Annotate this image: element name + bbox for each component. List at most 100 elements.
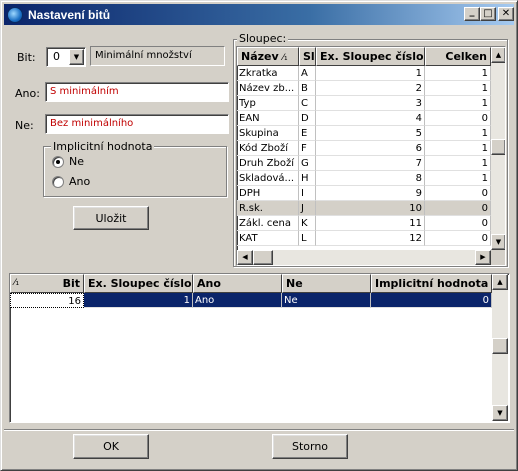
- column-header-nazev[interactable]: Název ⁄₁: [237, 47, 299, 66]
- column-grid-cell[interactable]: 5: [316, 126, 425, 141]
- column-grid-cell[interactable]: Kód Zboží: [237, 141, 299, 156]
- column-grid-cell[interactable]: Název zb...: [237, 81, 299, 96]
- column-grid-cell[interactable]: 8: [316, 171, 425, 186]
- column-grid-cell[interactable]: 1: [425, 81, 491, 96]
- ok-button[interactable]: OK: [73, 434, 149, 459]
- column-grid-cell[interactable]: J: [299, 201, 316, 216]
- bits-header-implicitni[interactable]: Implicitní hodnota: [371, 274, 492, 293]
- bits-grid-cell[interactable]: 16: [10, 293, 84, 308]
- bit-select[interactable]: 0 ▼: [46, 47, 86, 67]
- bits-header-ex-sloupec[interactable]: Ex. Sloupec číslo: [84, 274, 193, 293]
- column-grid-cell[interactable]: 1: [316, 66, 425, 81]
- bits-header-bit[interactable]: ⁄₁ Bit: [10, 274, 84, 293]
- column-group-label: Sloupec:: [237, 32, 289, 45]
- save-button[interactable]: Uložit: [73, 206, 149, 230]
- column-grid[interactable]: Název ⁄₁ Sl Ex. Sloupec číslo Celken Zkr…: [236, 46, 506, 266]
- column-grid-cell[interactable]: 0: [425, 201, 491, 216]
- chevron-down-icon[interactable]: ▼: [69, 49, 84, 65]
- column-grid-cell[interactable]: D: [299, 111, 316, 126]
- column-grid-cell[interactable]: Druh Zboží: [237, 156, 299, 171]
- column-grid-cell[interactable]: E: [299, 126, 316, 141]
- column-grid-cell[interactable]: 0: [425, 186, 491, 201]
- column-grid-cell[interactable]: 9: [316, 186, 425, 201]
- bits-grid-cell[interactable]: Ano: [193, 293, 282, 308]
- bits-header-ne[interactable]: Ne: [282, 274, 371, 293]
- radio-ne[interactable]: [52, 156, 64, 168]
- bits-grid-cell[interactable]: Ne: [282, 293, 371, 308]
- bits-grid[interactable]: ⁄₁ Bit Ex. Sloupec číslo Ano Ne Implicitn…: [9, 273, 510, 423]
- scroll-down-icon[interactable]: ▼: [492, 405, 508, 421]
- column-grid-cell[interactable]: F: [299, 141, 316, 156]
- column-grid-cell[interactable]: C: [299, 96, 316, 111]
- column-grid-cell[interactable]: K: [299, 216, 316, 231]
- column-grid-cell[interactable]: 2: [316, 81, 425, 96]
- column-grid-cell[interactable]: 4: [316, 111, 425, 126]
- bits-header-ano[interactable]: Ano: [193, 274, 282, 293]
- scroll-up-icon[interactable]: ▲: [492, 274, 508, 290]
- column-grid-cell[interactable]: Zkratka: [237, 66, 299, 81]
- column-grid-cell[interactable]: Skupina: [237, 126, 299, 141]
- scroll-right-icon[interactable]: ▶: [475, 250, 491, 265]
- default-value-group: [43, 146, 227, 197]
- column-grid-cell[interactable]: 1: [425, 171, 491, 186]
- column-grid-cell[interactable]: 7: [316, 156, 425, 171]
- scroll-down-icon[interactable]: ▼: [491, 234, 505, 250]
- column-grid-hscroll[interactable]: ◀ ▶: [237, 250, 491, 265]
- column-grid-cell[interactable]: DPH: [237, 186, 299, 201]
- scroll-corner: [491, 250, 505, 265]
- title-bar[interactable]: Nastavení bitů _ □ ✕: [4, 4, 514, 25]
- column-grid-cell[interactable]: L: [299, 231, 316, 246]
- column-grid-cell[interactable]: R.sk.: [237, 201, 299, 216]
- radio-ano-label[interactable]: Ano: [69, 175, 90, 188]
- column-header-ex-sloupec[interactable]: Ex. Sloupec číslo: [316, 47, 425, 66]
- minimize-icon: _: [469, 6, 475, 17]
- column-grid-cell[interactable]: Skladová...: [237, 171, 299, 186]
- bits-grid-cell[interactable]: 1: [84, 293, 193, 308]
- scroll-thumb[interactable]: [253, 250, 273, 265]
- column-grid-cell[interactable]: 6: [316, 141, 425, 156]
- radio-ano[interactable]: [52, 176, 64, 188]
- scroll-up-icon[interactable]: ▲: [491, 47, 505, 63]
- column-grid-cell[interactable]: Zákl. cena: [237, 216, 299, 231]
- column-grid-cell[interactable]: 11: [316, 216, 425, 231]
- scroll-thumb[interactable]: [491, 139, 505, 155]
- column-grid-cell[interactable]: B: [299, 81, 316, 96]
- cancel-button[interactable]: Storno: [272, 434, 348, 459]
- column-grid-cell[interactable]: I: [299, 186, 316, 201]
- close-button[interactable]: ✕: [498, 7, 514, 21]
- column-grid-cell[interactable]: 0: [425, 216, 491, 231]
- minimize-button[interactable]: _: [464, 7, 480, 21]
- radio-ne-label[interactable]: Ne: [69, 155, 84, 168]
- column-grid-cell[interactable]: H: [299, 171, 316, 186]
- column-grid-cell[interactable]: 1: [425, 141, 491, 156]
- column-grid-cell[interactable]: A: [299, 66, 316, 81]
- column-grid-cell[interactable]: 1: [425, 96, 491, 111]
- column-grid-cell[interactable]: 12: [316, 231, 425, 246]
- column-grid-cell[interactable]: 3: [316, 96, 425, 111]
- column-grid-cell[interactable]: G: [299, 156, 316, 171]
- bits-grid-vscroll[interactable]: ▲ ▼: [492, 274, 508, 421]
- column-grid-cell[interactable]: 10: [316, 201, 425, 216]
- bit-value: 0: [53, 50, 60, 63]
- column-grid-cell[interactable]: KAT: [237, 231, 299, 246]
- ano-input[interactable]: S minimálním: [45, 82, 229, 102]
- column-grid-cell[interactable]: 1: [425, 126, 491, 141]
- column-header-sl[interactable]: Sl: [299, 47, 316, 66]
- column-grid-cell[interactable]: 1: [425, 156, 491, 171]
- ano-value: S minimálním: [50, 86, 119, 97]
- ne-value: Bez minimálního: [50, 118, 134, 129]
- bits-grid-cell[interactable]: 0: [371, 293, 492, 308]
- column-grid-cell[interactable]: Typ: [237, 96, 299, 111]
- column-grid-vscroll[interactable]: ▲ ▼: [491, 47, 505, 250]
- column-grid-cell[interactable]: 0: [425, 111, 491, 126]
- column-grid-cell[interactable]: 1: [425, 66, 491, 81]
- column-grid-cell[interactable]: EAN: [237, 111, 299, 126]
- scroll-left-icon[interactable]: ◀: [237, 250, 253, 265]
- maximize-button[interactable]: □: [480, 7, 496, 21]
- bit-name: Minimální množství: [95, 50, 192, 61]
- column-header-celkem[interactable]: Celken: [425, 47, 491, 66]
- ne-input[interactable]: Bez minimálního: [45, 114, 229, 134]
- ok-button-label: OK: [103, 440, 119, 453]
- scroll-thumb[interactable]: [492, 338, 508, 354]
- column-grid-cell[interactable]: 0: [425, 231, 491, 246]
